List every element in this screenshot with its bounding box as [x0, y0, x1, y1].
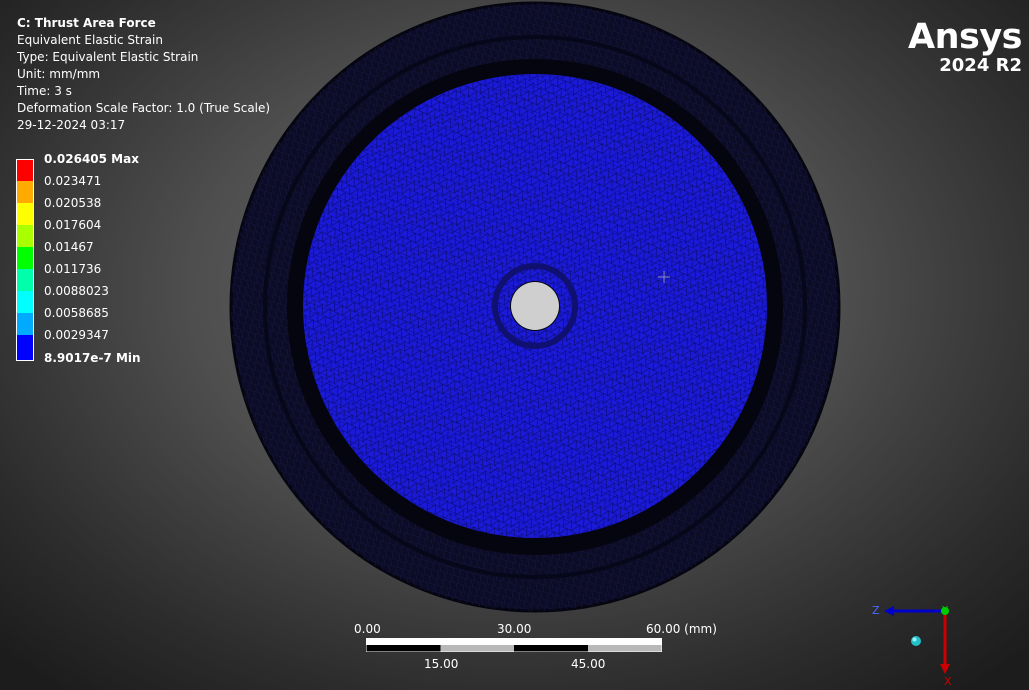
scale-label: 30.00 — [497, 622, 532, 636]
legend-value[interactable]: 0.0029347 — [44, 328, 109, 342]
legend-value[interactable]: 0.01467 — [44, 240, 94, 254]
legend-value[interactable]: 0.011736 — [44, 262, 101, 276]
scale-bar: 0.00 30.00 60.00 (mm) 15.00 45.00 — [340, 620, 720, 680]
legend-frame — [16, 159, 34, 361]
ansys-logo: Ansys — [908, 17, 1022, 57]
legend-min-label[interactable]: 8.9017e-7 Min — [44, 351, 141, 365]
legend-value[interactable]: 0.0088023 — [44, 284, 109, 298]
legend-value[interactable]: 0.0058685 — [44, 306, 109, 320]
isometric-view-sphere[interactable] — [911, 636, 921, 646]
z-axis-arrow — [884, 606, 894, 616]
z-axis-label: Z — [872, 604, 880, 617]
y-axis-label: Y — [941, 605, 949, 616]
axis-triad[interactable]: Z X Y — [860, 590, 970, 690]
scale-label: 45.00 — [571, 657, 606, 671]
x-axis-arrow — [940, 664, 950, 674]
scale-label: 15.00 — [424, 657, 459, 671]
scale-bar-graphic — [366, 638, 662, 652]
model-viewport[interactable] — [228, 0, 848, 620]
legend-value[interactable]: 0.023471 — [44, 174, 101, 188]
sphere-highlight — [912, 637, 917, 642]
scale-label: 60.00 (mm) — [646, 622, 717, 636]
scale-label: 0.00 — [354, 622, 381, 636]
ansys-version: 2024 R2 — [939, 55, 1022, 76]
legend-max-label[interactable]: 0.026405 Max — [44, 152, 139, 166]
legend-value[interactable]: 0.020538 — [44, 196, 101, 210]
ansys-brand: Ansys 2024 R2 — [908, 18, 1022, 76]
center-hole — [511, 282, 559, 330]
x-axis-label: X — [944, 675, 952, 688]
legend-value[interactable]: 0.017604 — [44, 218, 101, 232]
